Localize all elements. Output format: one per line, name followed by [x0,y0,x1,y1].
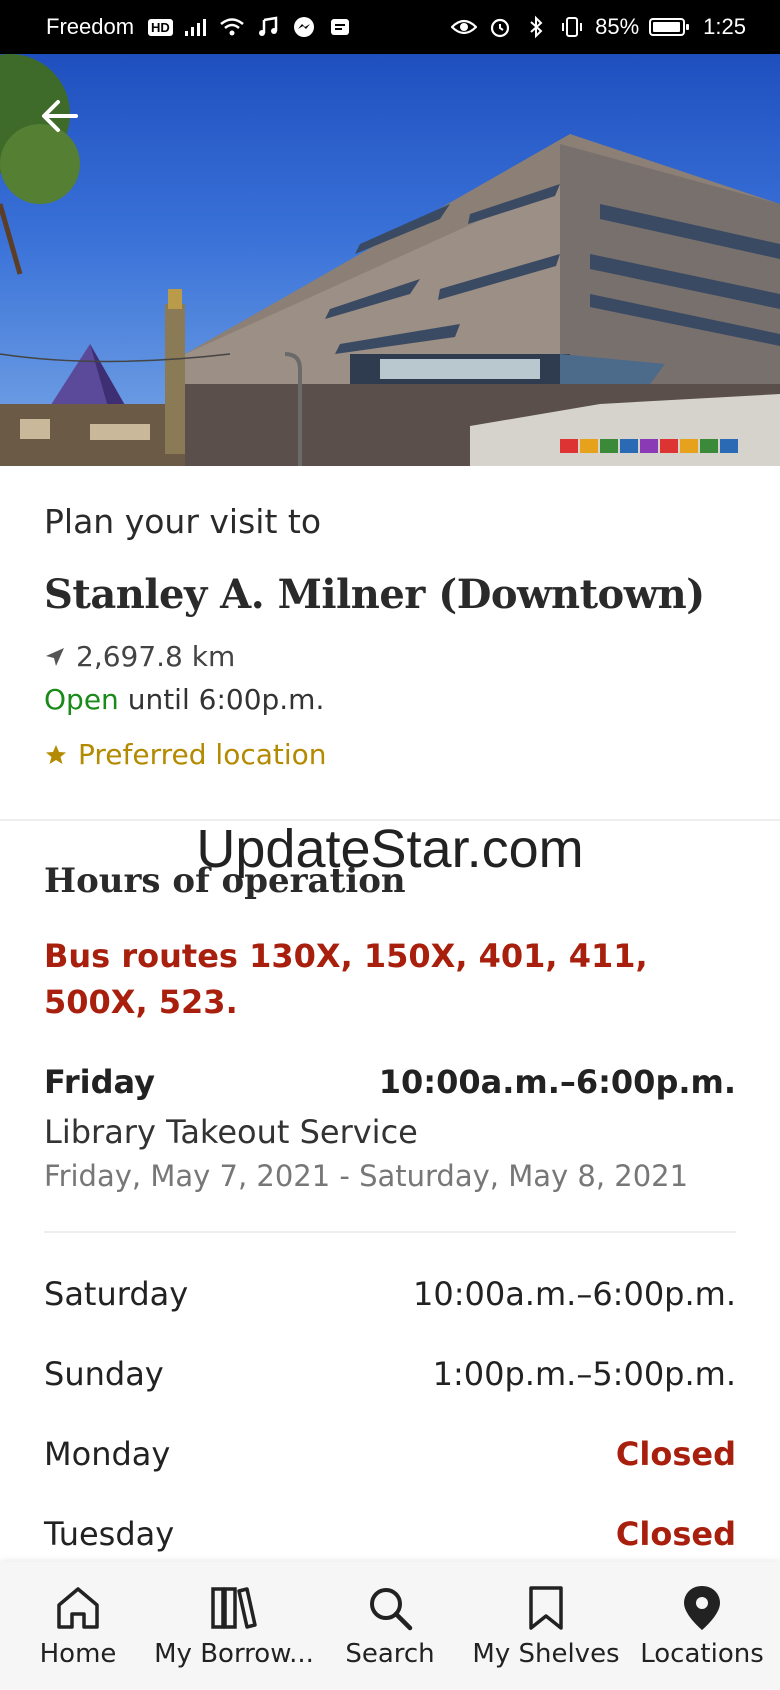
wifi-icon [219,14,245,40]
service-dates: Friday, May 7, 2021 - Saturday, May 8, 2… [44,1159,689,1193]
hours-row: Sunday 1:00p.m.–5:00p.m. [44,1355,736,1393]
nav-search[interactable]: Search [312,1583,468,1669]
day-name: Tuesday [44,1515,175,1553]
hd-badge: HD [148,18,173,36]
bus-routes-notice: Bus routes 130X, 150X, 401, 411, 500X, 5… [44,937,648,1021]
messenger-icon [291,14,317,40]
bookmark-icon [529,1586,563,1630]
status-bar: Freedom HD 85% 1:25 [0,0,780,54]
location-pin-icon [684,1586,720,1630]
day-hours: 1:00p.m.–5:00p.m. [432,1355,736,1393]
nav-label: My Shelves [472,1639,620,1669]
bluetooth-icon [523,14,549,40]
hours-row: Monday Closed [44,1435,736,1473]
navigation-arrow-icon [46,647,64,666]
nav-label: Home [39,1639,117,1669]
service-title: Library Takeout Service [44,1113,418,1151]
status-left: Freedom HD [46,14,353,40]
bottom-navigation: Home My Borrow... Search My Shelves Loca… [0,1562,780,1690]
day-hours: 10:00a.m.–6:00p.m. [412,1275,736,1313]
message-icon [327,14,353,40]
location-details: Plan your visit to Stanley A. Milner (Do… [0,466,780,1553]
home-icon [57,1587,99,1629]
day-hours-closed: Closed [615,1515,736,1553]
location-title: Stanley A. Milner (Downtown) [44,571,705,618]
search-icon [370,1588,413,1631]
status-right: 85% 1:25 [451,14,746,40]
day-name: Friday [44,1063,155,1101]
distance-value: 2,697.8 km [76,640,236,673]
carrier-label: Freedom [46,14,135,39]
nav-label: Search [345,1639,435,1669]
back-button[interactable] [36,92,84,140]
distance-row: 2,697.8 km [44,640,736,673]
clock: 1:25 [703,14,746,39]
plan-visit-label: Plan your visit to [44,502,322,541]
preferred-location-label: Preferred location [78,738,327,771]
vibrate-icon [559,14,585,40]
arrow-left-icon [42,100,78,132]
open-status: Open until 6:00p.m. [44,683,736,716]
signal-icon [183,14,209,40]
battery-percent: 85% [595,14,640,39]
nav-label: Locations [640,1639,764,1669]
hours-divider [44,1231,736,1233]
nav-my-borrowing[interactable]: My Borrow... [154,1583,314,1669]
preferred-location[interactable]: Preferred location [44,738,736,771]
hero-image [0,54,780,466]
star-icon [46,744,66,764]
open-status-word: Open [44,683,119,716]
day-name: Sunday [44,1355,164,1393]
nav-home[interactable]: Home [0,1583,156,1669]
hours-row: Tuesday Closed [44,1515,736,1553]
nav-my-shelves[interactable]: My Shelves [468,1583,624,1669]
battery-icon [649,18,690,36]
nav-label: My Borrow... [154,1639,314,1669]
day-hours-closed: Closed [615,1435,736,1473]
hours-row: Saturday 10:00a.m.–6:00p.m. [44,1275,736,1313]
hours-row-today: Friday 10:00a.m.–6:00p.m. [44,1063,736,1101]
open-status-hours: until 6:00p.m. [118,683,325,716]
music-icon [255,14,281,40]
nav-locations[interactable]: Locations [624,1583,780,1669]
alarm-icon [487,14,513,40]
watermark: UpdateStar.com [196,819,584,879]
books-icon [211,1587,257,1629]
eye-icon [451,14,478,40]
day-name: Saturday [44,1275,189,1313]
library-building-illustration [0,54,780,466]
day-name: Monday [44,1435,171,1473]
day-hours: 10:00a.m.–6:00p.m. [378,1063,736,1101]
